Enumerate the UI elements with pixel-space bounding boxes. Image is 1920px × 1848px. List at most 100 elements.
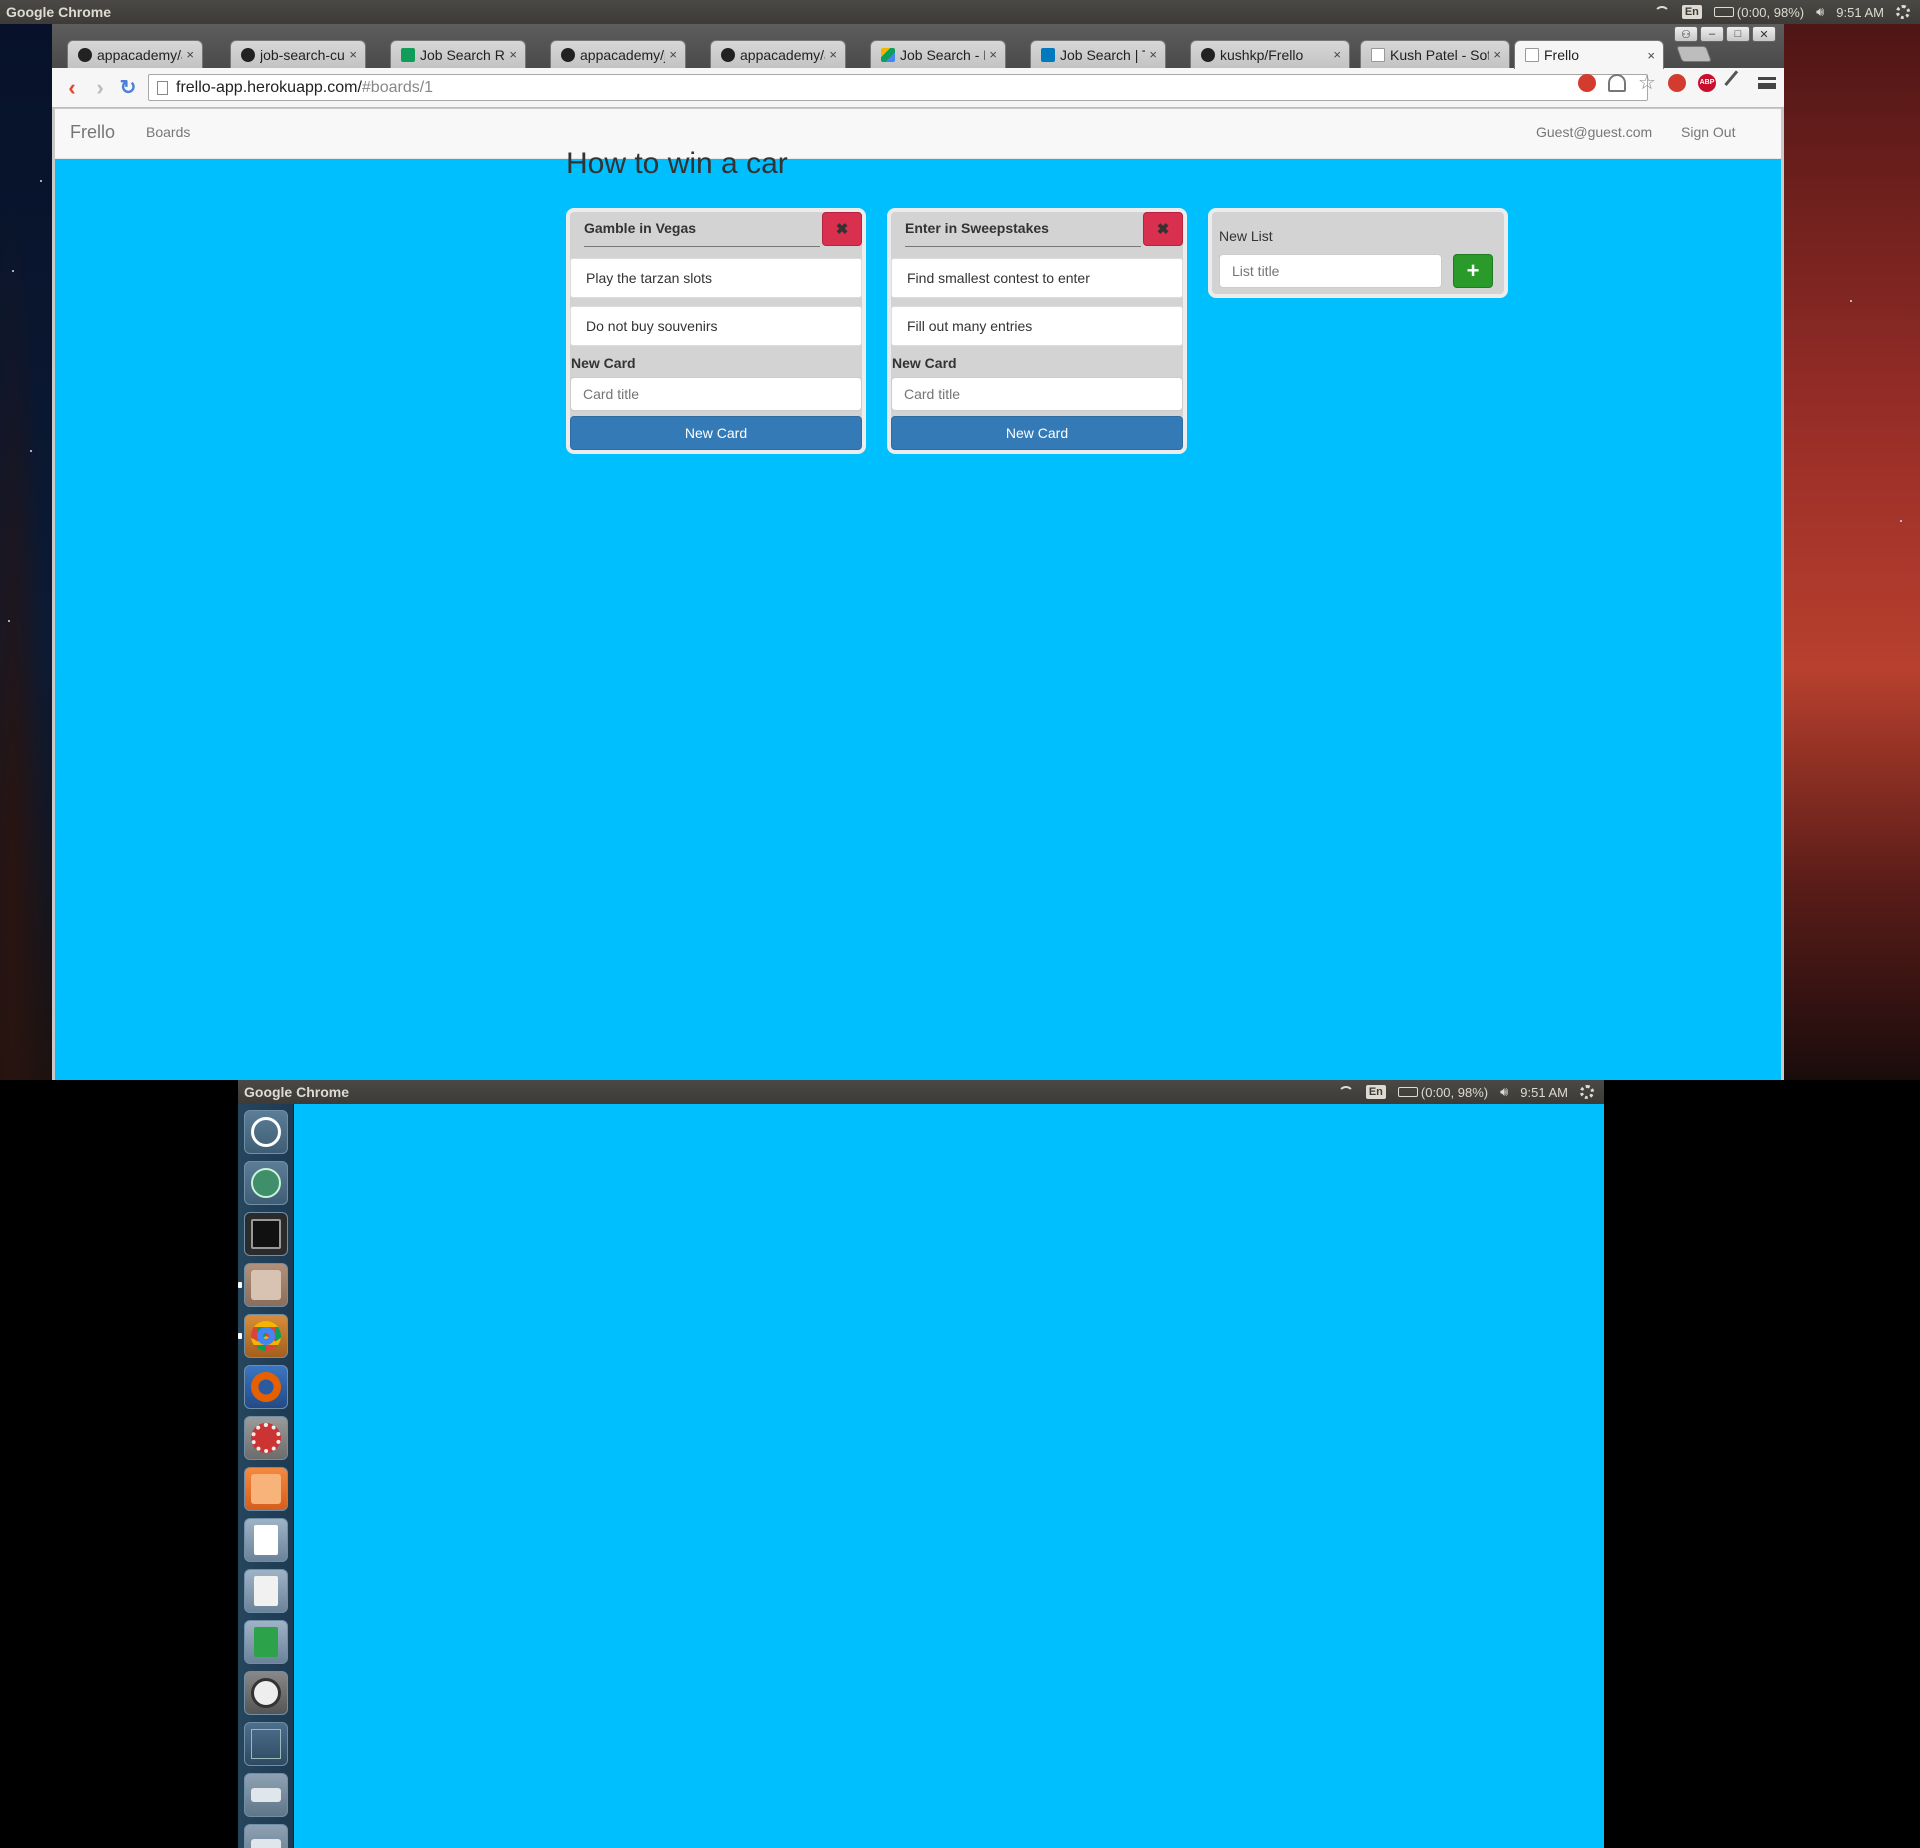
- tab-close-icon[interactable]: ×: [829, 47, 837, 62]
- tab-close-icon[interactable]: ×: [349, 47, 357, 62]
- eyedropper-icon[interactable]: [1724, 70, 1750, 96]
- new-list-panel: New List +: [1208, 208, 1508, 298]
- session-gear-icon[interactable]: [1580, 1085, 1594, 1099]
- add-list-button[interactable]: +: [1453, 254, 1493, 288]
- tab-close-icon[interactable]: ×: [1647, 48, 1655, 63]
- atom-icon[interactable]: [244, 1161, 288, 1205]
- bookmark-star-icon[interactable]: ☆: [1638, 73, 1656, 93]
- tab-strip: appacademy/al × job-search-curr × Job Se…: [52, 24, 1784, 69]
- star: [12, 270, 14, 272]
- trash-icon[interactable]: [244, 1824, 288, 1848]
- clock[interactable]: 9:51 AM: [1836, 5, 1884, 20]
- star: [1900, 520, 1902, 522]
- browser-tab[interactable]: Job Search Roa ×: [390, 40, 526, 68]
- delete-list-button[interactable]: ✖: [1143, 212, 1183, 246]
- tab-close-icon[interactable]: ×: [1493, 47, 1501, 62]
- minimize-button[interactable]: –: [1700, 26, 1724, 42]
- dash-icon[interactable]: [244, 1110, 288, 1154]
- browser-toolbar: ‹ › ↻ frello-app.herokuapp.com/ #boards/…: [52, 68, 1784, 108]
- board-title: How to win a car: [566, 147, 788, 180]
- new-tab-button[interactable]: [1676, 46, 1712, 62]
- delete-list-button[interactable]: ✖: [822, 212, 862, 246]
- drive-icon: [881, 47, 895, 62]
- tab-label: Frello: [1544, 47, 1580, 63]
- browser-tab[interactable]: Kush Patel - Sof ×: [1360, 40, 1510, 68]
- volume-icon[interactable]: 🔊︎: [1500, 1084, 1508, 1100]
- address-bar[interactable]: frello-app.herokuapp.com/ #boards/1: [148, 74, 1648, 101]
- battery-icon: [1713, 7, 1734, 17]
- terminal-icon[interactable]: [244, 1212, 288, 1256]
- new-card-button[interactable]: New Card: [891, 416, 1183, 450]
- tab-close-icon[interactable]: ×: [509, 47, 517, 62]
- card-title-input[interactable]: [570, 377, 862, 411]
- browser-tab[interactable]: job-search-curr ×: [230, 40, 366, 68]
- list-title: Enter in Sweepstakes: [905, 220, 1141, 247]
- browser-tab[interactable]: appacademy/al ×: [67, 40, 203, 68]
- tab-label: Kush Patel - Sof: [1390, 46, 1490, 63]
- tab-label: Job Search - Ku: [900, 46, 985, 63]
- blocked-content-icon[interactable]: [1578, 74, 1596, 92]
- adblock-plus-icon[interactable]: ABP: [1698, 74, 1716, 92]
- system-settings-icon[interactable]: [244, 1416, 288, 1460]
- user-email-link[interactable]: Guest@guest.com: [1536, 124, 1652, 140]
- tab-close-icon[interactable]: ×: [186, 47, 194, 62]
- card[interactable]: Find smallest contest to enter: [891, 258, 1183, 298]
- workspaces-icon[interactable]: [244, 1722, 288, 1766]
- tab-close-icon[interactable]: ×: [1149, 47, 1157, 62]
- new-card-label: New Card: [892, 355, 957, 371]
- list-title-input[interactable]: [1219, 254, 1442, 288]
- tab-close-icon[interactable]: ×: [989, 47, 997, 62]
- volume-icon[interactable]: 🔊︎: [1816, 4, 1824, 20]
- profile-icon[interactable]: ⚇: [1674, 26, 1698, 42]
- chrome-icon[interactable]: [244, 1314, 288, 1358]
- firefox-icon[interactable]: [244, 1365, 288, 1409]
- battery-indicator[interactable]: (0:00, 98%): [1713, 5, 1804, 20]
- brand-link[interactable]: Frello: [70, 122, 115, 143]
- browser-tab[interactable]: Job Search | Tre ×: [1030, 40, 1166, 68]
- new-card-button[interactable]: New Card: [570, 416, 862, 450]
- browser-tab[interactable]: appacademy/al ×: [710, 40, 846, 68]
- star: [40, 180, 42, 182]
- browser-tab[interactable]: appacademy/jo ×: [550, 40, 686, 68]
- key-icon[interactable]: [1608, 74, 1626, 92]
- tab-close-icon[interactable]: ×: [1333, 47, 1341, 62]
- active-app-title: Google Chrome: [244, 1084, 350, 1100]
- maximize-button[interactable]: □: [1726, 26, 1750, 42]
- github-icon: [241, 47, 255, 62]
- chrome-menu-icon[interactable]: [1758, 77, 1776, 89]
- list: Gamble in Vegas ✖ Play the tarzan slots …: [566, 208, 866, 454]
- app-navbar: Frello Boards Guest@guest.com Sign Out: [55, 109, 1781, 159]
- star: [8, 620, 10, 622]
- software-center-icon[interactable]: [244, 1467, 288, 1511]
- drive-icon[interactable]: [244, 1773, 288, 1817]
- software-updater-icon[interactable]: [244, 1671, 288, 1715]
- wifi-icon[interactable]: [1653, 6, 1670, 18]
- session-gear-icon[interactable]: [1896, 5, 1910, 19]
- extension-icon[interactable]: [1668, 74, 1686, 92]
- sign-out-link[interactable]: Sign Out: [1681, 124, 1735, 140]
- keyboard-layout-indicator[interactable]: En: [1681, 5, 1702, 19]
- calc-icon[interactable]: [244, 1620, 288, 1664]
- reload-button[interactable]: ↻: [114, 75, 142, 100]
- back-button[interactable]: ‹: [58, 75, 86, 101]
- star: [30, 450, 32, 452]
- clock[interactable]: 9:51 AM: [1520, 1085, 1568, 1100]
- tab-close-icon[interactable]: ×: [669, 47, 677, 62]
- browser-tab-active[interactable]: Frello ×: [1514, 40, 1664, 69]
- card-title-input[interactable]: [891, 377, 1183, 411]
- forward-button[interactable]: ›: [86, 75, 114, 101]
- wifi-icon[interactable]: [1337, 1086, 1354, 1098]
- keyboard-layout-indicator[interactable]: En: [1365, 1085, 1386, 1099]
- card[interactable]: Do not buy souvenirs: [570, 306, 862, 346]
- card[interactable]: Fill out many entries: [891, 306, 1183, 346]
- text-editor-icon[interactable]: [244, 1569, 288, 1613]
- browser-tab[interactable]: kushkp/Frello ×: [1190, 40, 1350, 68]
- boards-link[interactable]: Boards: [146, 124, 190, 140]
- browser-tab[interactable]: Job Search - Ku ×: [870, 40, 1006, 68]
- writer-icon[interactable]: [244, 1518, 288, 1562]
- close-window-button[interactable]: ✕: [1752, 26, 1776, 42]
- battery-indicator[interactable]: (0:00, 98%): [1397, 1085, 1488, 1100]
- card[interactable]: Play the tarzan slots: [570, 258, 862, 298]
- files-icon[interactable]: [244, 1263, 288, 1307]
- tab-label: kushkp/Frello: [1220, 46, 1304, 63]
